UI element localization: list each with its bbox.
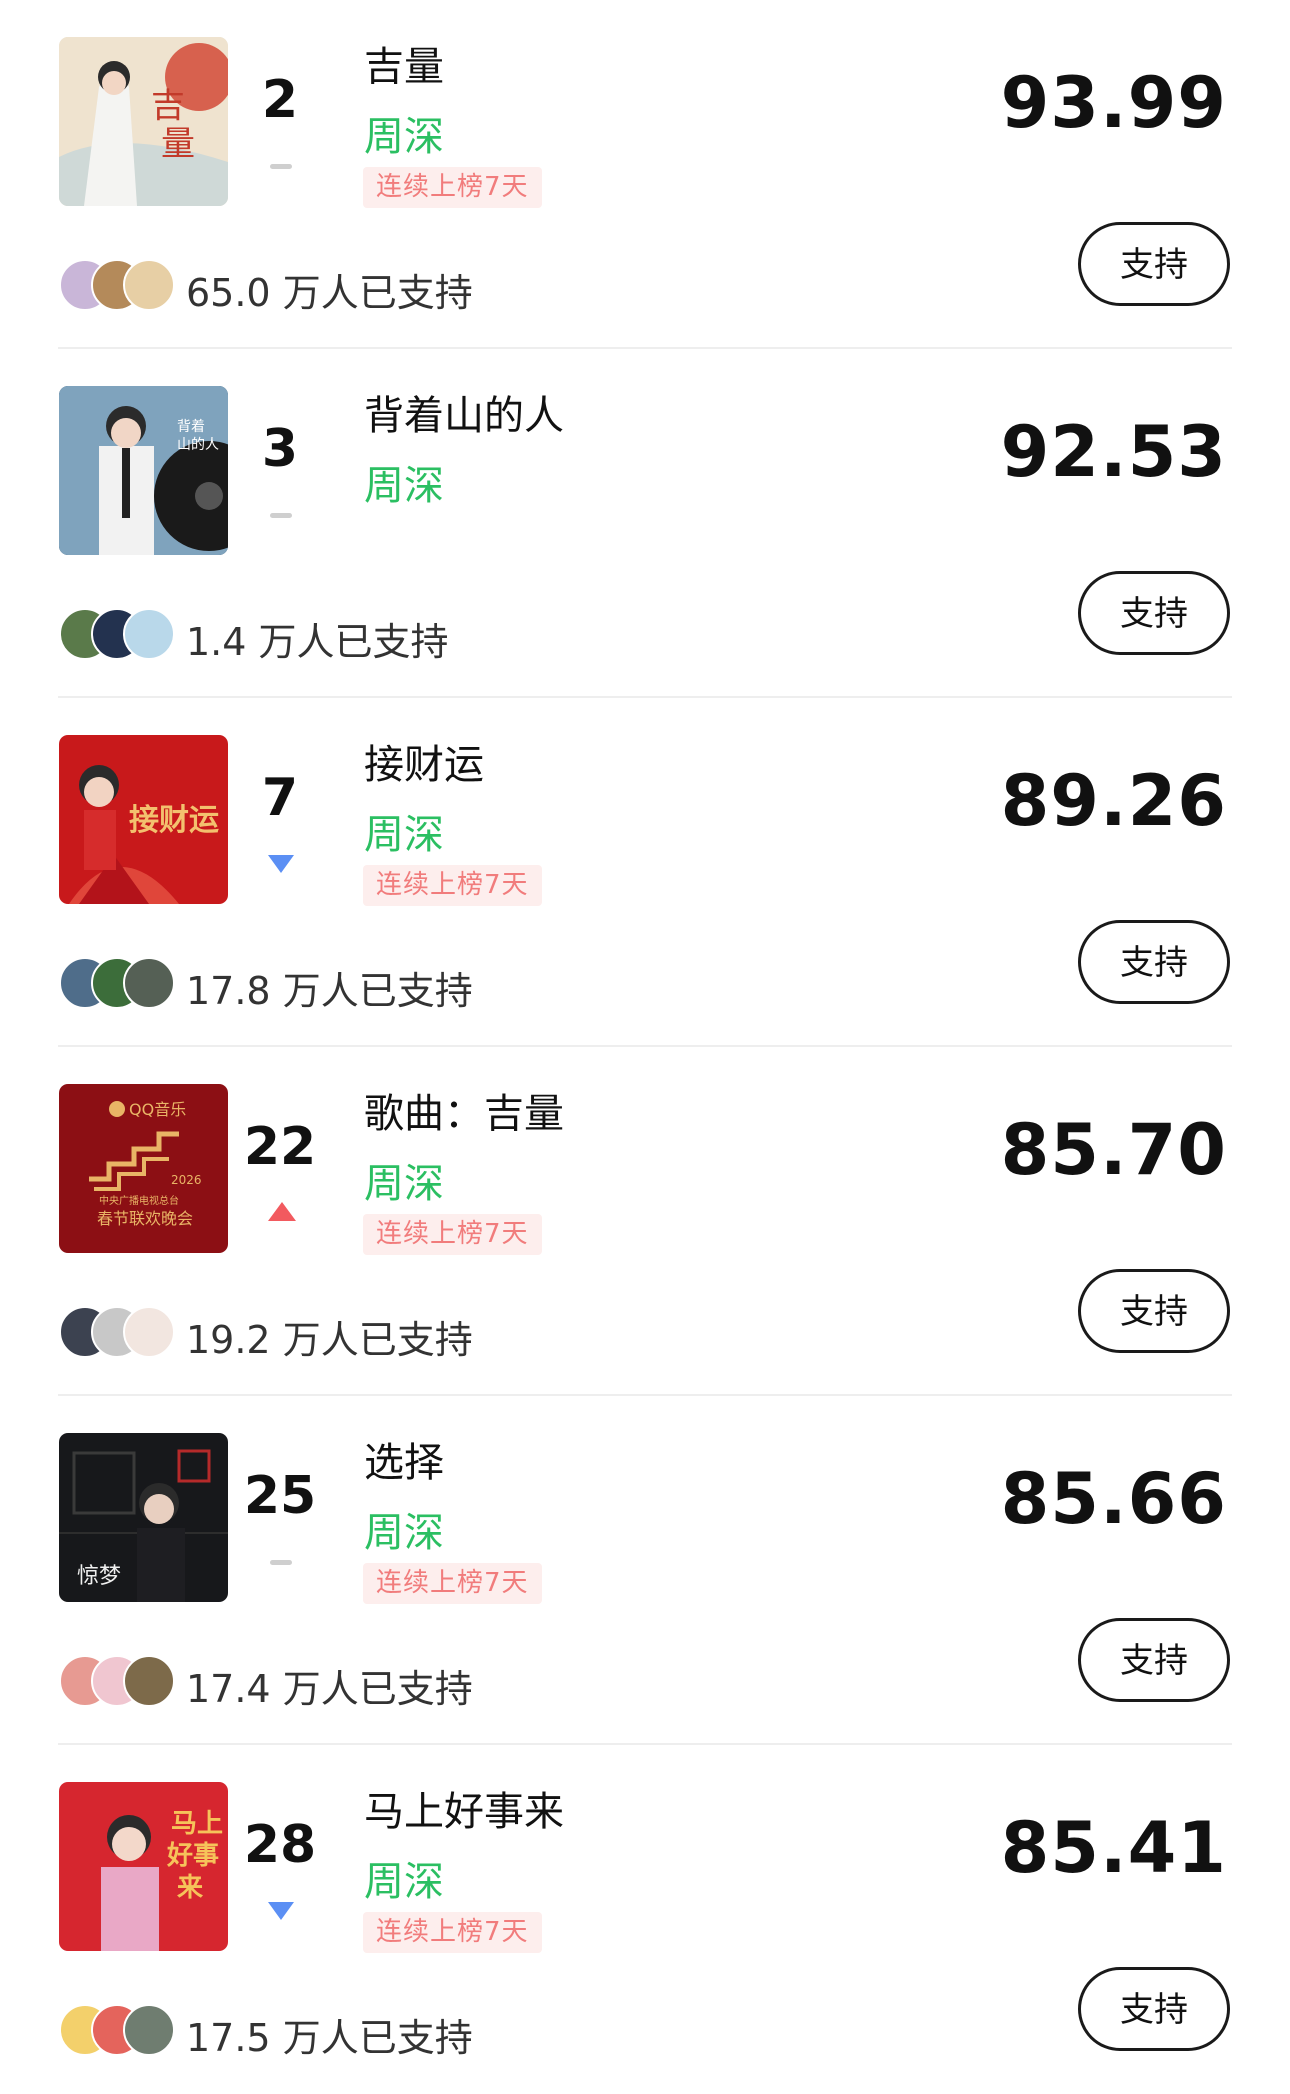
- score-value: 85.70: [1000, 1109, 1227, 1191]
- album-cover[interactable]: QQ音乐 2026 中央广播电视总台 春节联欢晚会: [59, 1084, 228, 1253]
- album-cover[interactable]: 马上 好事 来: [59, 1782, 228, 1951]
- rank-up-icon: [266, 1202, 296, 1224]
- svg-text:惊梦: 惊梦: [77, 1564, 121, 1589]
- rank-unchanged-icon: [266, 504, 296, 526]
- supporter-avatars: [59, 259, 175, 311]
- rank-number: 3: [261, 419, 299, 479]
- supporters-count: 19.2 万人已支持: [186, 1318, 473, 1362]
- supporters-count: 17.4 万人已支持: [186, 1667, 473, 1711]
- supporters-count: 65.0 万人已支持: [186, 271, 473, 315]
- supporter-avatars: [59, 957, 175, 1009]
- supporter-avatar: [123, 608, 175, 660]
- streak-badge: 连续上榜7天: [363, 1912, 542, 1953]
- supporter-avatar: [123, 957, 175, 1009]
- svg-text:接财运: 接财运: [129, 803, 219, 838]
- svg-text:好事: 好事: [166, 1841, 219, 1871]
- artist-name[interactable]: 周深: [364, 1500, 444, 1558]
- support-button[interactable]: 支持: [1078, 222, 1230, 306]
- album-cover[interactable]: 吉 量: [59, 37, 228, 206]
- svg-text:马上: 马上: [171, 1809, 223, 1839]
- support-button[interactable]: 支持: [1078, 571, 1230, 655]
- supporter-avatars: [59, 1306, 175, 1358]
- chart-entry[interactable]: 惊梦 25 选择 周深 连续上榜7天 85.66 17.4 万人已支持 支持: [0, 1396, 1290, 1745]
- chart-entry[interactable]: 背着 山的人 3 背着山的人 周深 92.53 1.4 万人已支持 支持: [0, 349, 1290, 698]
- score-value: 92.53: [1000, 411, 1227, 493]
- supporter-avatars: [59, 2004, 175, 2056]
- support-button[interactable]: 支持: [1078, 1967, 1230, 2051]
- support-button[interactable]: 支持: [1078, 920, 1230, 1004]
- song-title[interactable]: 马上好事来: [364, 1779, 564, 1837]
- supporters-count: 17.8 万人已支持: [186, 969, 473, 1013]
- rank-unchanged-icon: [266, 155, 296, 177]
- support-button[interactable]: 支持: [1078, 1618, 1230, 1702]
- svg-text:山的人: 山的人: [177, 437, 219, 453]
- score-value: 85.66: [1000, 1458, 1227, 1540]
- album-cover[interactable]: 惊梦: [59, 1433, 228, 1602]
- supporter-avatar: [123, 1655, 175, 1707]
- artist-name[interactable]: 周深: [364, 453, 444, 511]
- rank-number: 7: [261, 768, 299, 828]
- song-title[interactable]: 选择: [364, 1430, 444, 1488]
- svg-text:来: 来: [177, 1873, 204, 1903]
- streak-badge: 连续上榜7天: [363, 1214, 542, 1255]
- supporters-count: 17.5 万人已支持: [186, 2016, 473, 2060]
- score-value: 85.41: [1000, 1807, 1227, 1889]
- chart-entry[interactable]: QQ音乐 2026 中央广播电视总台 春节联欢晚会 22 歌曲：吉量 周深 连续…: [0, 1047, 1290, 1396]
- album-cover[interactable]: 接财运: [59, 735, 228, 904]
- rank-down-icon: [266, 853, 296, 875]
- score-value: 93.99: [1000, 62, 1227, 144]
- artist-name[interactable]: 周深: [364, 1849, 444, 1907]
- song-title[interactable]: 背着山的人: [364, 383, 564, 441]
- chart-entry[interactable]: 接财运 7 接财运 周深 连续上榜7天 89.26 17.8 万人已支持 支持: [0, 698, 1290, 1047]
- support-button[interactable]: 支持: [1078, 1269, 1230, 1353]
- rank-down-icon: [266, 1900, 296, 1922]
- rank-number: 28: [243, 1815, 317, 1875]
- chart-entry[interactable]: 马上 好事 来 28 马上好事来 周深 连续上榜7天 85.41 17.5 万人…: [0, 1745, 1290, 2094]
- artist-name[interactable]: 周深: [364, 802, 444, 860]
- song-title[interactable]: 歌曲：吉量: [364, 1081, 564, 1139]
- svg-text:春节联欢晚会: 春节联欢晚会: [97, 1209, 193, 1228]
- song-title[interactable]: 接财运: [364, 732, 484, 790]
- chart-list: 吉 量 2 吉量 周深 连续上榜7天 93.99 65.0 万人已支持 支持 背…: [0, 0, 1290, 2082]
- svg-text:2026: 2026: [171, 1173, 202, 1187]
- album-cover[interactable]: 背着 山的人: [59, 386, 228, 555]
- rank-number: 25: [243, 1466, 317, 1526]
- artist-name[interactable]: 周深: [364, 1151, 444, 1209]
- artist-name[interactable]: 周深: [364, 104, 444, 162]
- rank-unchanged-icon: [266, 1551, 296, 1573]
- streak-badge: 连续上榜7天: [363, 167, 542, 208]
- supporter-avatar: [123, 259, 175, 311]
- supporter-avatar: [123, 1306, 175, 1358]
- streak-badge: 连续上榜7天: [363, 865, 542, 906]
- rank-number: 2: [261, 70, 299, 130]
- svg-text:吉: 吉: [151, 86, 185, 126]
- svg-text:量: 量: [161, 124, 195, 164]
- svg-text:背着: 背着: [177, 419, 205, 435]
- supporter-avatar: [123, 2004, 175, 2056]
- streak-badge: 连续上榜7天: [363, 1563, 542, 1604]
- chart-entry[interactable]: 吉 量 2 吉量 周深 连续上榜7天 93.99 65.0 万人已支持 支持: [0, 0, 1290, 349]
- supporters-count: 1.4 万人已支持: [186, 620, 449, 664]
- svg-text:QQ音乐: QQ音乐: [129, 1100, 186, 1119]
- svg-text:中央广播电视总台: 中央广播电视总台: [99, 1194, 179, 1207]
- rank-number: 22: [243, 1117, 317, 1177]
- score-value: 89.26: [1000, 760, 1227, 842]
- supporter-avatars: [59, 608, 175, 660]
- song-title[interactable]: 吉量: [364, 34, 444, 92]
- supporter-avatars: [59, 1655, 175, 1707]
